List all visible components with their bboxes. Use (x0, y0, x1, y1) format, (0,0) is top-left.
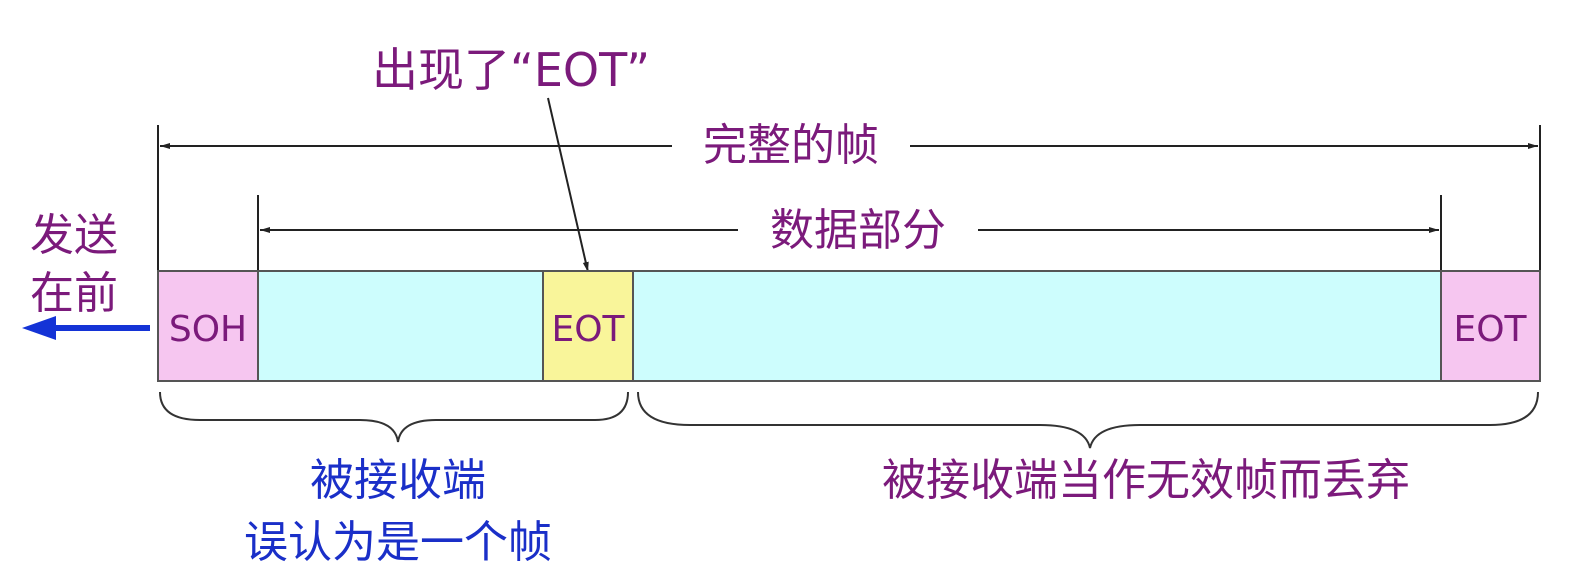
right-caption: 被接收端当作无效帧而丢弃 (882, 455, 1410, 506)
send-direction-arrow-icon (22, 316, 150, 340)
data-dimension: 数据部分 (257, 195, 1442, 270)
annotation-eot-appears: 出现了“EOT” (372, 43, 650, 97)
frame-label: 完整的帧 (703, 120, 879, 171)
annotation-pointer-line (547, 97, 589, 273)
brace-left (159, 391, 629, 443)
data-label: 数据部分 (770, 205, 946, 256)
left-caption-line1: 被接收端 (310, 455, 486, 506)
send-first-line2: 在前 (30, 268, 118, 319)
segment-data-1 (257, 270, 544, 382)
brace-right (637, 391, 1539, 449)
send-first-line1: 发送 (30, 210, 118, 261)
left-caption-line2: 误认为是一个帧 (244, 517, 552, 568)
frame-diagram: 出现了“EOT” 完整的帧 数据部分 发送 在前 SOH EOT EOT 被接收… (0, 0, 1586, 582)
eot-end-label: EOT (1453, 309, 1527, 350)
soh-label: SOH (169, 309, 247, 350)
frame-bar: SOH EOT EOT (157, 270, 1541, 382)
segment-data-2 (632, 270, 1442, 382)
eot-mid-label: EOT (551, 309, 625, 350)
